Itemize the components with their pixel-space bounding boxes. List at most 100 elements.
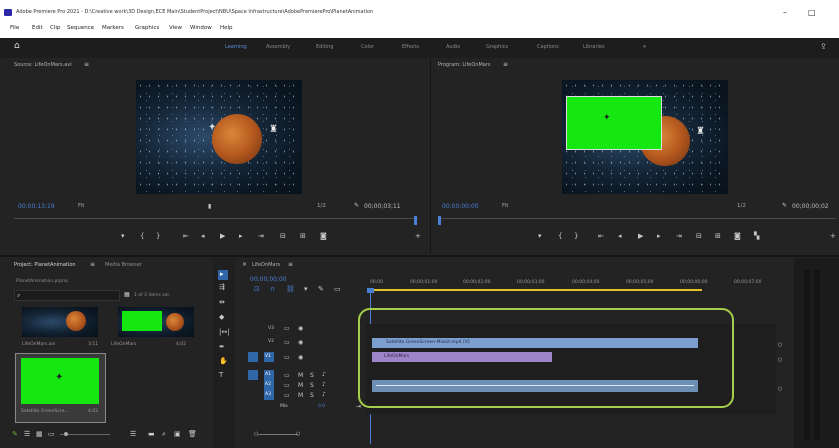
source-quality-select[interactable]: 1/2 [317,203,326,209]
new-bin-from-search-icon[interactable]: ▦ [124,291,130,298]
zoom-slider-handle[interactable] [64,432,68,436]
overwrite-icon[interactable]: ⊞ [300,233,306,240]
wrench-icon[interactable]: ✎ [782,202,787,209]
freeform-view-icon[interactable]: ▭ [48,431,55,438]
export-frame-icon[interactable]: ◙ [734,233,741,240]
menu-sequence[interactable]: Sequence [67,25,94,31]
extract-icon[interactable]: ⊞ [715,233,721,240]
insert-nest-icon[interactable]: ⊡ [254,286,260,293]
program-scrub-bar[interactable] [438,218,836,219]
workspace-audio[interactable]: Audio [446,44,460,50]
menu-clip[interactable]: Clip [50,25,60,31]
marker-icon[interactable]: ▮ [208,203,211,210]
trash-icon[interactable]: 🗑 [188,431,197,438]
eye-icon[interactable]: ◉ [298,354,303,361]
add-marker-icon[interactable]: ▾ [304,286,308,293]
ripple-edit-icon[interactable]: ⇹ [219,299,225,306]
new-bin-icon[interactable]: ▣ [174,431,181,438]
step-back-icon[interactable]: ◂ [618,233,622,240]
eye-icon[interactable]: ◉ [298,339,303,346]
thumbnail-lifeonmars-sequence[interactable] [118,307,194,337]
slip-icon[interactable]: |↔| [219,329,230,336]
menu-help[interactable]: Help [220,25,233,31]
program-quality-select[interactable]: 1/2 [737,203,746,209]
comparison-view-icon[interactable]: ▚ [754,233,759,240]
source-monitor-title[interactable]: Source: LifeOnMars.avi [14,62,72,68]
maximize-button[interactable]: □ [808,8,816,17]
toggle-sync-lock-icon[interactable]: ▭ [284,382,290,389]
menu-graphics[interactable]: Graphics [135,25,159,31]
add-marker-icon[interactable]: ▾ [121,233,125,240]
menu-edit[interactable]: Edit [32,25,43,31]
project-tab[interactable]: Project: PlanetAnimation [14,262,76,268]
workspace-assembly[interactable]: Assembly [266,44,290,50]
toggle-sync-lock-icon[interactable]: ▭ [284,372,290,379]
toggle-sync-lock-icon[interactable]: ▭ [284,354,290,361]
automate-to-sequence-icon[interactable]: ▬ [148,431,155,438]
razor-icon[interactable]: ◆ [219,314,224,321]
workspace-editing[interactable]: Editing [316,44,333,50]
project-search-input[interactable]: ⌕ [14,290,120,301]
voiceover-mic-icon[interactable]: ♪ [322,381,326,388]
play-icon[interactable]: ▶ [638,233,643,240]
play-icon[interactable]: ▶ [220,233,225,240]
mark-in-icon[interactable]: { [140,233,144,240]
wrench-icon[interactable]: ✎ [354,202,359,209]
playhead-handle[interactable] [367,288,374,293]
zoom-handle-right-icon[interactable]: ○ [296,431,300,438]
panel-menu-icon[interactable]: ≡ [90,261,95,268]
timeline-tab[interactable]: LifeOnMars [252,262,280,268]
time-ruler[interactable]: 00;00 00;00;01;00 00;00;02;00 00;00;03;0… [366,280,786,294]
snap-icon[interactable]: ∩ [270,286,275,293]
workspace-effects[interactable]: Effects [402,44,419,50]
zoom-handle-left-icon[interactable]: ○ [254,431,258,438]
toggle-sync-lock-icon[interactable]: ▭ [284,339,290,346]
selection-tool-active[interactable]: ▸ [218,270,228,280]
toggle-sync-lock-icon[interactable]: ▭ [284,392,290,399]
go-to-out-icon[interactable]: ⇥ [258,233,264,240]
work-area-bar[interactable] [370,289,702,291]
close-tab-icon[interactable]: × [242,261,247,268]
timeline-zoom-scroll[interactable] [258,434,298,435]
insert-icon[interactable]: ⊟ [280,233,286,240]
menu-markers[interactable]: Markers [102,25,124,31]
step-back-icon[interactable]: ◂ [201,233,205,240]
mute-icon[interactable]: M [298,382,303,389]
go-to-out-icon[interactable]: ⇥ [676,233,682,240]
pen-icon[interactable]: ✒ [219,344,225,351]
workspace-libraries[interactable]: Libraries [583,44,605,50]
program-timecode[interactable]: 00;00;00;00 [442,203,479,210]
program-fit-select[interactable]: Fit [502,203,508,209]
settings-wrench-icon[interactable]: ✎ [318,286,324,293]
panel-menu-icon[interactable]: ≡ [503,61,508,68]
workspace-captions[interactable]: Captions [537,44,559,50]
list-view-icon[interactable]: ☰ [24,431,30,438]
program-playhead[interactable] [438,216,441,225]
workspace-learning[interactable]: Learning [225,44,247,50]
source-patch-v1[interactable] [248,352,258,362]
menu-file[interactable]: File [10,25,19,31]
program-monitor-title[interactable]: Program: LifeOnMars [438,62,491,68]
media-browser-tab[interactable]: Media Browser [105,262,142,268]
home-icon[interactable]: ⌂ [14,42,20,51]
icon-view-icon[interactable]: ▦ [36,431,43,438]
source-timecode[interactable]: 00;00;13;19 [18,203,55,210]
source-fit-select[interactable]: Fit [78,203,84,209]
thumbnail-lifeonmars-avi[interactable] [22,307,98,337]
more-workspaces-icon[interactable]: » [643,44,646,50]
menu-window[interactable]: Window [190,25,212,31]
find-icon[interactable]: ⌕ [162,431,166,438]
go-to-in-icon[interactable]: ⇤ [183,233,189,240]
minimize-button[interactable]: – [783,8,787,17]
button-editor-icon[interactable]: + [415,233,421,240]
solo-icon[interactable]: S [310,382,314,389]
step-forward-icon[interactable]: ▸ [657,233,661,240]
panel-menu-icon[interactable]: ≡ [288,261,293,268]
source-patch-a1[interactable] [248,370,258,380]
solo-icon[interactable]: S [310,372,314,379]
mute-icon[interactable]: M [298,372,303,379]
button-editor-icon[interactable]: + [830,233,836,240]
go-to-in-icon[interactable]: ⇤ [598,233,604,240]
track-select-icon[interactable]: ⇶ [219,284,225,291]
share-icon[interactable]: ⇪ [820,43,827,51]
